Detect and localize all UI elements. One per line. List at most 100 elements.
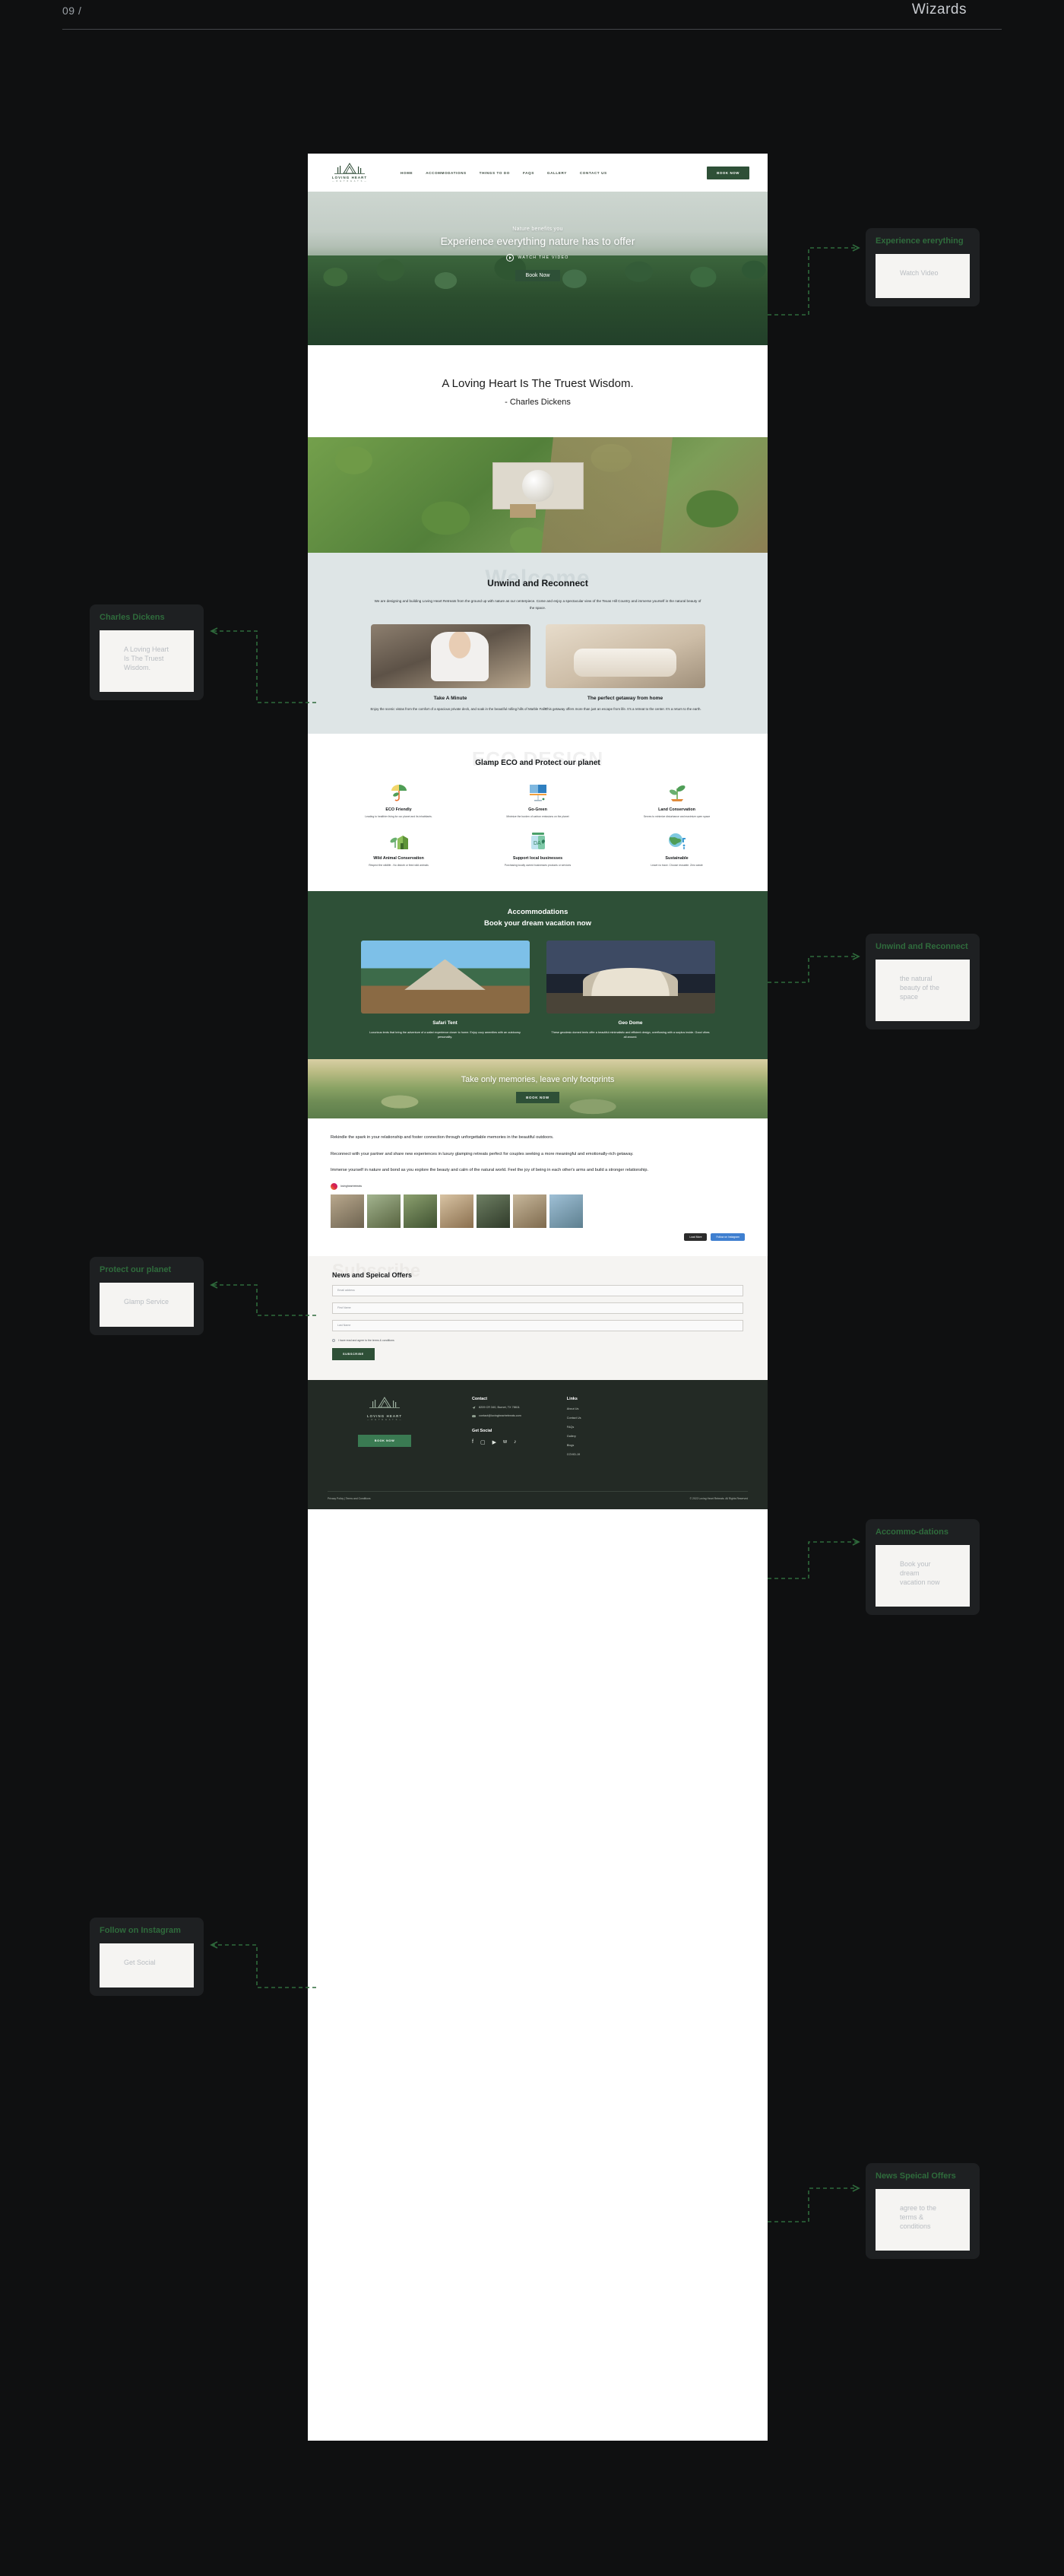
eco-item: Land Conservation Serves to minimize dis…: [607, 781, 746, 819]
footer-link-contact-us[interactable]: Contact Us: [567, 1416, 581, 1420]
first-name-field[interactable]: First Name: [332, 1302, 743, 1314]
welcome-heading: Unwind and Reconnect: [487, 578, 588, 588]
watch-video-link[interactable]: WATCH THE VIDEO: [308, 254, 768, 262]
eco-grid: ECO Friendly Leading to healthier living…: [308, 781, 768, 868]
footer-social-title: Get Social: [472, 1428, 492, 1433]
email-field[interactable]: Email address: [332, 1284, 743, 1296]
quote-text: A Loving Heart Is The Truest Wisdom.: [442, 377, 634, 390]
last-name-field[interactable]: Last Name: [332, 1319, 743, 1331]
footer-address-row: 8209 CR 340, Burnet, TX 78611: [472, 1406, 521, 1410]
footer-logo[interactable]: LOVING HEART — R E T R E A T S —: [361, 1396, 408, 1421]
accommodation-card[interactable]: Geo Dome These geodesic domed tents offe…: [546, 940, 715, 1040]
envelope-icon: [472, 1414, 476, 1418]
eco-item-desc: Respect the wildlife - No disturb or fee…: [369, 864, 429, 868]
instagram-photo[interactable]: [549, 1194, 583, 1228]
nav-item-things-to-do[interactable]: THINGS TO DO: [480, 171, 510, 175]
footprints-banner: Take only memories, leave only footprint…: [308, 1059, 768, 1119]
instagram-icon[interactable]: ▢: [480, 1439, 486, 1445]
tiktok-icon[interactable]: ♪: [514, 1439, 517, 1445]
eco-item-desc: Leave no trace. Choose reusable. Zero wa…: [651, 864, 703, 868]
geo-dome-image: [546, 940, 715, 1014]
annotation-subtitle: Watch Video: [876, 254, 970, 299]
eco-item-title: Support local businesses: [512, 856, 563, 861]
couples-section: Rekindle the spark in your relationship …: [308, 1118, 768, 1256]
welcome-section: Welcome Unwind and Reconnect We are desi…: [308, 553, 768, 734]
header-divider: [62, 29, 1002, 30]
footer-link-covid[interactable]: COVID-19: [567, 1453, 581, 1456]
annotation-subtitle: Book your dream vacation now: [876, 1545, 970, 1607]
nav-item-contact-us[interactable]: CONTACT US: [580, 171, 607, 175]
annotation-card-experience: Experience ererything Watch Video: [866, 228, 980, 307]
footer-contact-title: Contact: [472, 1396, 488, 1401]
globe-tap-icon: [612, 830, 742, 852]
footer-bottom-bar: Privacy Policy | Terms and Conditions © …: [328, 1490, 748, 1500]
connector-line-1: [768, 242, 866, 318]
subscribe-button[interactable]: SUBSCRIBE: [332, 1347, 375, 1360]
instagram-handle: lovingheartretreats: [340, 1185, 363, 1188]
terms-checkbox-row[interactable]: I have read and agree to the terms & con…: [332, 1338, 743, 1342]
card-body: This getaway offers more than just an es…: [545, 706, 701, 711]
umbrella-leaf-icon: [334, 781, 464, 804]
footer-social-row: f ▢ ▶ w ♪: [472, 1439, 521, 1445]
instagram-photo[interactable]: [477, 1194, 510, 1228]
subscribe-section: Subscribe News and Speical Offers Email …: [308, 1255, 768, 1380]
annotation-title: Accommo-dations: [876, 1528, 948, 1537]
annotation-card-news-offers: News Speical Offers agree to the terms &…: [866, 2163, 980, 2260]
footer-link-gallery[interactable]: Gallery: [567, 1435, 581, 1438]
nav-item-home[interactable]: HOME: [401, 171, 413, 175]
footer-email-row[interactable]: contact@lovingheartretreats.com: [472, 1414, 521, 1418]
youtube-icon[interactable]: ▶: [492, 1439, 496, 1445]
welcome-body: We are designing and building Loving Hea…: [374, 599, 701, 611]
instagram-photo[interactable]: [404, 1194, 437, 1228]
connector-line-6: [204, 1939, 318, 1992]
annotation-card-charles-dickens: Charles Dickens A Loving Heart Is The Tr…: [90, 604, 204, 701]
nav-item-faqs[interactable]: FAQS: [523, 171, 534, 175]
eco-item-title: Sustainable: [665, 856, 689, 861]
annotation-title: Follow on Instagram: [100, 1926, 181, 1935]
connector-line-2: [204, 625, 318, 709]
brand-label: Wizards: [911, 2, 967, 17]
annotation-subtitle: A Loving Heart Is The Truest Wisdom.: [100, 630, 194, 693]
footer-link-blogs[interactable]: Blogs: [567, 1444, 581, 1447]
footer-contact-column: Contact 8209 CR 340, Burnet, TX 78611 co…: [472, 1397, 521, 1456]
site-navbar: LOVING HEART — R E T R E A T S — HOME AC…: [308, 154, 768, 192]
instagram-buttons: Load More Follow on Instagram: [331, 1232, 745, 1241]
twitter-icon[interactable]: w: [503, 1439, 507, 1445]
nav-item-accommodations[interactable]: ACCOMMODATIONS: [426, 171, 466, 175]
terms-label: I have read and agree to the terms & con…: [338, 1338, 394, 1342]
mountain-tents-icon: [369, 1396, 400, 1408]
eco-item-desc: Purchasing locally owned businesses prod…: [504, 864, 572, 868]
annotation-title: Unwind and Reconnect: [876, 942, 968, 951]
load-more-button[interactable]: Load More: [684, 1232, 708, 1241]
annotation-subtitle: agree to the terms & conditions: [876, 2189, 970, 2251]
instagram-photo[interactable]: [331, 1194, 364, 1228]
footer-legal-links[interactable]: Privacy Policy | Terms and Conditions: [328, 1497, 371, 1500]
accommodation-desc: These geodesic domed tents offer a beaut…: [551, 1030, 710, 1039]
instagram-photo[interactable]: [367, 1194, 401, 1228]
location-pin-icon: [472, 1406, 476, 1410]
footprints-book-now-button[interactable]: BOOK NOW: [516, 1091, 559, 1103]
terms-checkbox[interactable]: [332, 1338, 335, 1342]
instagram-photo[interactable]: [440, 1194, 473, 1228]
footer-book-now-button[interactable]: BOOK NOW: [358, 1434, 411, 1447]
footer-link-about-us[interactable]: About Us: [567, 1407, 581, 1410]
svg-text:DA: DA: [534, 841, 541, 846]
slide-header: 09 / Wizards: [0, 0, 1064, 30]
aerial-photo: [308, 437, 768, 553]
footer-link-faqs[interactable]: FAQs: [567, 1426, 581, 1429]
follow-on-instagram-button[interactable]: Follow on Instagram: [711, 1232, 745, 1241]
nav-book-now-button[interactable]: BOOK NOW: [707, 166, 749, 179]
accommodation-card[interactable]: Safari Tent Luxurious tents that bring t…: [360, 940, 530, 1040]
footer-logo-subtitle: — R E T R E A T S —: [367, 1418, 402, 1421]
logo-subtitle: — R E T R E A T S —: [332, 180, 367, 182]
facebook-icon[interactable]: f: [472, 1439, 473, 1445]
eco-item-desc: Leading to healthier living for our plan…: [365, 815, 432, 819]
eco-item-desc: Serves to minimize disturbance and maxim…: [643, 815, 711, 819]
nav-item-gallery[interactable]: GALLERY: [547, 171, 567, 175]
instagram-photo[interactable]: [513, 1194, 546, 1228]
instagram-header[interactable]: lovingheartretreats: [331, 1182, 745, 1190]
footer-email: contact@lovingheartretreats.com: [479, 1414, 521, 1417]
hero-book-now-button[interactable]: Book Now: [515, 270, 561, 282]
site-logo[interactable]: LOVING HEART — R E T R E A T S —: [326, 159, 373, 186]
website-preview: LOVING HEART — R E T R E A T S — HOME AC…: [308, 154, 768, 2441]
